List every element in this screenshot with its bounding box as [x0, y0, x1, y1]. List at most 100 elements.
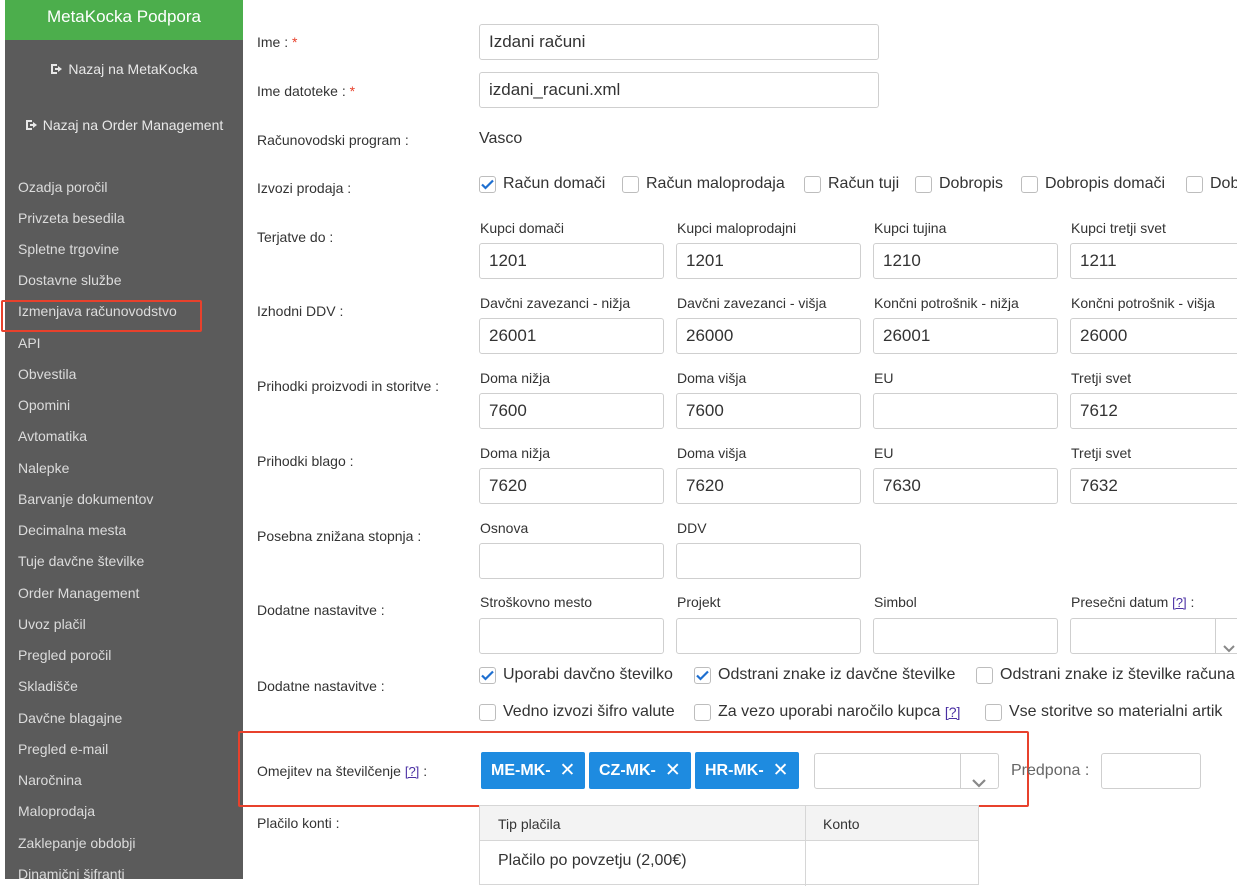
cost-center-input[interactable] [479, 618, 664, 654]
sidebar: MetaKocka Podpora Nazaj na MetaKocka Naz… [5, 0, 243, 879]
unchecked-icon [1186, 175, 1203, 193]
sidebar-item-delivery-services[interactable]: Dostavne službe [18, 272, 122, 288]
sidebar-item-automation[interactable]: Avtomatika [18, 428, 87, 444]
rev-services-domestic-higher-input[interactable]: 7600 [676, 393, 861, 429]
numbering-restriction-label: Omejitev na številčenje [?] : [257, 763, 428, 779]
sidebar-item-reminders[interactable]: Opomini [18, 397, 70, 413]
numbering-help-link[interactable]: [?] [405, 764, 419, 779]
back-to-metakocka-link[interactable]: Nazaj na MetaKocka [5, 61, 243, 77]
export-credit-note-other-checkbox[interactable]: Dob [1186, 175, 1237, 193]
sidebar-item-retail[interactable]: Maloprodaja [18, 803, 95, 819]
column-header-account: Konto [823, 816, 860, 832]
sidebar-item-payment-import[interactable]: Uvoz plačil [18, 616, 86, 632]
filename-input[interactable]: izdani_racuni.xml [479, 72, 879, 108]
unchecked-icon [622, 175, 639, 193]
export-credit-note-checkbox[interactable]: Dobropis [915, 175, 1003, 193]
rev-goods-domestic-lower-input[interactable]: 7620 [479, 468, 664, 504]
vat-consumer-higher-label: Končni potrošnik - višja [1071, 295, 1215, 311]
chevron-down-icon [1223, 631, 1235, 653]
sidebar-item-decimal-places[interactable]: Decimalna mesta [18, 522, 126, 538]
filename-label: Ime datoteke : * [257, 83, 356, 99]
rev-goods-eu-input[interactable]: 7630 [873, 468, 1058, 504]
vat-consumer-lower-input[interactable]: 26001 [873, 318, 1058, 354]
cutoff-date-help-link[interactable]: [?] [1172, 595, 1186, 610]
use-tax-number-checkbox[interactable]: Uporabi davčno številko [479, 666, 673, 684]
export-domestic-invoice-checkbox[interactable]: Račun domači [479, 175, 605, 193]
rev-goods-domestic-higher-label: Doma višja [677, 445, 747, 461]
receivables-retail-label: Kupci maloprodajni [677, 220, 797, 236]
unchecked-icon [804, 175, 821, 193]
name-input[interactable]: Izdani računi [479, 24, 879, 60]
vat-taxpayer-lower-input[interactable]: 26001 [479, 318, 664, 354]
sidebar-item-webshops[interactable]: Spletne trgovine [18, 241, 119, 257]
customer-order-help-link[interactable]: [?] [945, 704, 961, 720]
rev-services-eu-input[interactable] [873, 393, 1058, 429]
extra-settings-2-label: Dodatne nastavitve : [257, 678, 385, 694]
special-rate-vat-input[interactable] [676, 543, 861, 579]
chevron-down-icon [972, 766, 986, 788]
sidebar-item-report-overview[interactable]: Pregled poročil [18, 647, 111, 663]
sidebar-item-default-texts[interactable]: Privzeta besedila [18, 210, 125, 226]
project-input[interactable] [676, 618, 861, 654]
sidebar-item-order-management[interactable]: Order Management [18, 585, 139, 601]
project-label: Projekt [677, 594, 721, 610]
rev-goods-third-country-label: Tretji svet [1071, 445, 1132, 461]
unchecked-icon [985, 703, 1002, 721]
remove-tag-icon[interactable]: ✕ [560, 759, 576, 782]
checked-icon [479, 666, 496, 684]
use-customer-order-checkbox[interactable]: Za vezo uporabi naročilo kupca [?] [694, 703, 960, 721]
sidebar-item-api[interactable]: API [18, 335, 41, 351]
vat-taxpayer-higher-input[interactable]: 26000 [676, 318, 861, 354]
active-item-highlight [1, 300, 202, 332]
rev-services-third-country-label: Tretji svet [1071, 370, 1132, 386]
receivables-foreign-label: Kupci tujina [874, 220, 947, 236]
sidebar-item-email-overview[interactable]: Pregled e-mail [18, 741, 108, 757]
numbering-tag: ME-MK- ✕ [481, 752, 586, 789]
numbering-select[interactable] [814, 753, 999, 789]
back-to-metakocka-label: Nazaj na MetaKocka [68, 61, 198, 77]
rev-services-domestic-lower-input[interactable]: 7600 [479, 393, 664, 429]
sidebar-title: MetaKocka Podpora [5, 0, 243, 40]
payment-accounts-label: Plačilo konti : [257, 815, 340, 831]
strip-tax-number-chars-checkbox[interactable]: Odstrani znake iz davčne številke [694, 666, 955, 684]
receivables-domestic-label: Kupci domači [480, 220, 565, 236]
export-foreign-invoice-checkbox[interactable]: Račun tuji [804, 175, 899, 193]
sidebar-item-report-backgrounds[interactable]: Ozadja poročil [18, 179, 108, 195]
sidebar-item-foreign-tax-numbers[interactable]: Tuje davčne številke [18, 553, 144, 569]
payment-accounts-table: Tip plačila Konto Plačilo po povzetju (2… [479, 805, 979, 886]
unchecked-icon [915, 175, 932, 193]
sidebar-item-notifications[interactable]: Obvestila [18, 366, 76, 382]
rev-services-third-country-input[interactable]: 7612 [1070, 393, 1237, 429]
receivables-retail-input[interactable]: 1201 [676, 243, 861, 279]
rev-goods-domestic-higher-input[interactable]: 7620 [676, 468, 861, 504]
receivables-domestic-input[interactable]: 1201 [479, 243, 664, 279]
back-to-order-management-label: Nazaj na Order Management [42, 117, 224, 133]
always-export-currency-checkbox[interactable]: Vedno izvozi šifro valute [479, 703, 675, 721]
sidebar-item-dynamic-codebooks[interactable]: Dinamični šifranti [18, 866, 125, 879]
sidebar-item-labels[interactable]: Nalepke [18, 460, 69, 476]
sidebar-item-fiscal-registers[interactable]: Davčne blagajne [18, 710, 122, 726]
remove-tag-icon[interactable]: ✕ [773, 759, 789, 782]
sidebar-item-document-coloring[interactable]: Barvanje dokumentov [18, 491, 153, 507]
prefix-input[interactable] [1101, 753, 1201, 789]
export-retail-invoice-checkbox[interactable]: Račun maloprodaja [622, 175, 785, 193]
back-to-order-management-link[interactable]: Nazaj na Order Management [5, 117, 243, 133]
numbering-tag: HR-MK- ✕ [695, 752, 799, 789]
symbol-input[interactable] [873, 618, 1058, 654]
remove-tag-icon[interactable]: ✕ [665, 759, 681, 782]
sidebar-item-period-lock[interactable]: Zaklepanje obdobji [18, 835, 136, 851]
special-rate-base-label: Osnova [480, 520, 529, 536]
rev-goods-third-country-input[interactable]: 7632 [1070, 468, 1237, 504]
sidebar-item-subscription[interactable]: Naročnina [18, 772, 82, 788]
receivables-foreign-input[interactable]: 1210 [873, 243, 1058, 279]
services-as-material-checkbox[interactable]: Vse storitve so materialni artik [985, 703, 1222, 721]
special-rate-base-input[interactable] [479, 543, 664, 579]
receivables-third-country-input[interactable]: 1211 [1070, 243, 1237, 279]
vat-consumer-higher-input[interactable]: 26000 [1070, 318, 1237, 354]
export-domestic-credit-note-checkbox[interactable]: Dobropis domači [1021, 175, 1165, 193]
cutoff-date-select[interactable] [1070, 618, 1237, 654]
receivables-third-country-label: Kupci tretji svet [1071, 220, 1166, 236]
strip-invoice-number-chars-checkbox[interactable]: Odstrani znake iz številke računa [976, 666, 1235, 684]
special-rate-vat-label: DDV [677, 520, 707, 536]
sidebar-item-warehouse[interactable]: Skladišče [18, 678, 78, 694]
